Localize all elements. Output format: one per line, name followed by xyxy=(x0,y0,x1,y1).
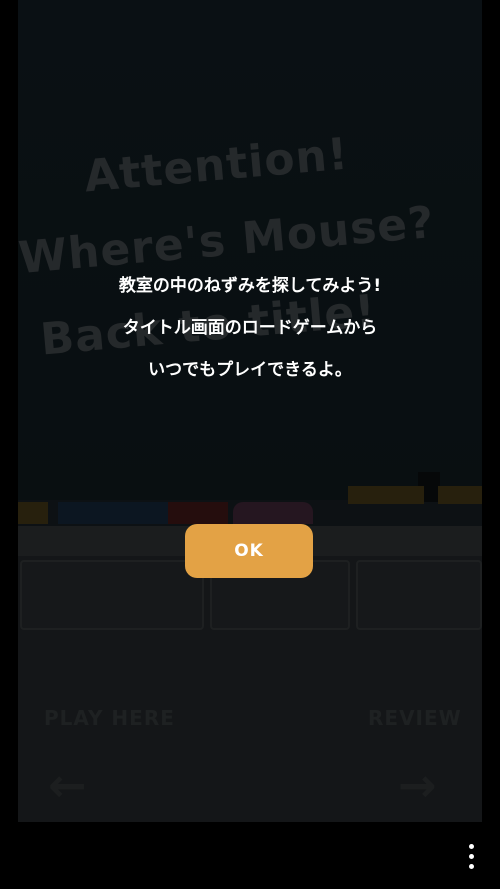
ok-button[interactable]: OK xyxy=(185,524,313,578)
more-vert-icon[interactable] xyxy=(464,842,480,872)
modal-dim-overlay xyxy=(18,0,482,822)
menu-dot xyxy=(469,844,474,849)
dialog-message: 教室の中のねずみを探してみよう! タイトル画面のロードゲームから いつでもプレイ… xyxy=(0,272,500,398)
system-nav-bar xyxy=(0,822,500,889)
menu-dot xyxy=(469,864,474,869)
dialog-message-line: いつでもプレイできるよ。 xyxy=(148,360,352,380)
dialog-message-line: タイトル画面のロードゲームから xyxy=(122,318,378,338)
game-screen: Attention! Where's Mouse? Back to title!… xyxy=(0,0,500,889)
dialog-message-line: 教室の中のねずみを探してみよう! xyxy=(118,276,382,296)
menu-dot xyxy=(469,854,474,859)
